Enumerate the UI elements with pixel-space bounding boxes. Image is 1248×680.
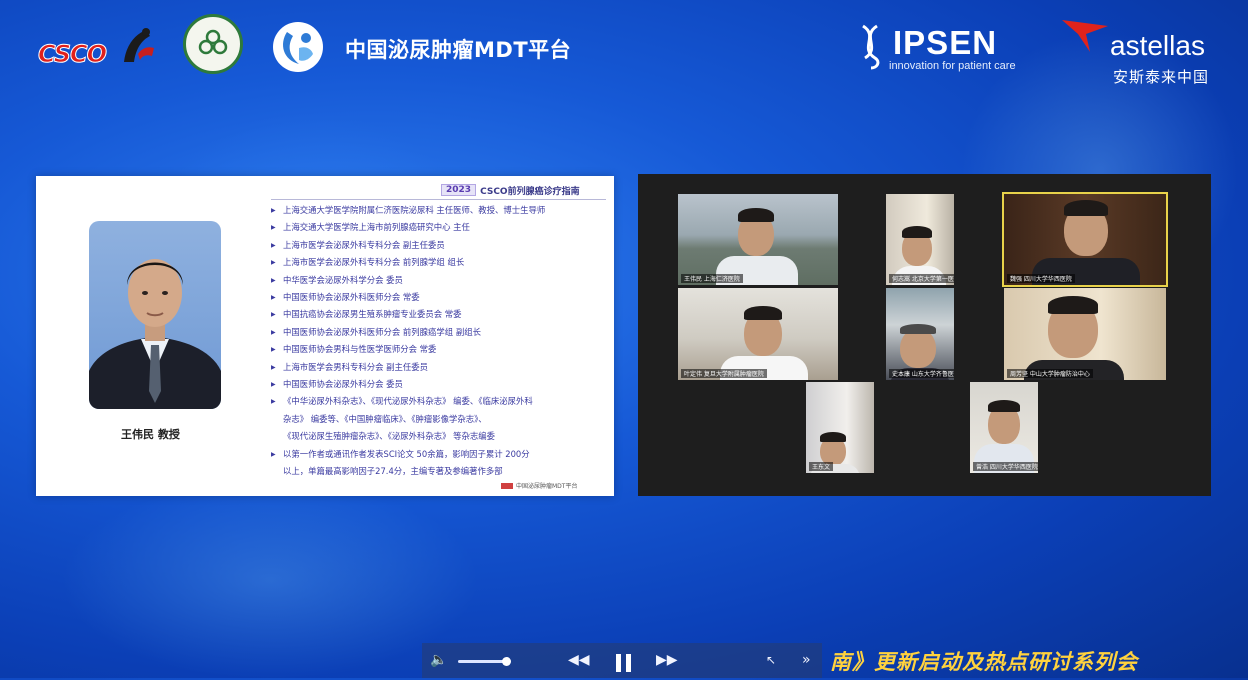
csco-logo-text: CSCO (37, 40, 107, 69)
mdt-platform-logo: 中国泌尿肿瘤MDT平台 (273, 22, 603, 72)
csco-emblem-icon (124, 28, 154, 62)
participant-tile[interactable]: 周芳坚 中山大学肿瘤防治中心 (1004, 288, 1166, 380)
mdt-platform-name: 中国泌尿肿瘤MDT平台 (345, 38, 572, 62)
event-title-banner: 南》更新启动及热点研讨系列会 (830, 650, 1138, 674)
slide-tag-year: 2023 (441, 184, 477, 196)
csco-small-logo-icon (501, 482, 513, 489)
bio-item: 中国抗癌协会泌尿男生殖系肿瘤专业委员会 常委 (271, 306, 609, 323)
bio-item: 上海市医学会泌尿外科专科分会 副主任委员 (271, 237, 609, 254)
csco-logo: CSCO (37, 22, 158, 72)
participant-name: 叶定伟 复旦大学附属肿瘤医院 (681, 369, 767, 378)
bio-item: 中国医师协会男科与性医学医师分会 常委 (271, 341, 609, 358)
mdt-logo-mark (273, 22, 323, 72)
bio-item: 杂志》 编委等、《中国肿瘤临床》、《肿瘤影像学杂志》、 (283, 413, 487, 424)
participant-name: 史本康 山东大学齐鲁医院 (889, 369, 954, 378)
ipsen-logo: IPSEN innovation for patient care (855, 24, 1045, 79)
volume-slider-knob[interactable] (502, 657, 511, 666)
astellas-wordmark: astellas (1110, 30, 1205, 61)
participant-tile[interactable]: 王东文 (806, 382, 874, 473)
participant-tile[interactable]: 叶定伟 复旦大学附属肿瘤医院 (678, 288, 838, 380)
participant-tile-active-speaker[interactable]: 魏强 四川大学华西医院 (1002, 192, 1168, 287)
slide-divider (271, 199, 606, 200)
bio-item: 以第一作者或通讯作者发表SCI论文 50余篇，影响因子累计 200分 (271, 446, 609, 463)
bio-item: 上海市医学会男科专科分会 副主任委员 (271, 359, 609, 376)
ipsen-tagline: innovation for patient care (889, 60, 1016, 72)
bio-item: 中国医师协会泌尿外科医师分会 常委 (271, 289, 609, 306)
slide-footer: 中国泌尿肿瘤MDT平台 (501, 481, 577, 490)
participant-tile[interactable]: 史本康 山东大学齐鲁医院 (886, 288, 954, 380)
participant-name: 王东文 (809, 462, 834, 471)
volume-icon[interactable]: 🔈 (430, 643, 447, 678)
bio-item: 《中华泌尿外科杂志》、《现代泌尿外科杂志》 编委、《临床泌尿外科 (271, 393, 609, 410)
rewind-icon[interactable]: ◀◀ (568, 643, 590, 678)
bio-item: 以上，单篇最高影响因子27.4分，主编专著及参编著作多部 (283, 466, 503, 477)
bio-item: 中国医师协会泌尿外科医师分会 前列腺癌学组 副组长 (271, 324, 609, 341)
bio-item: 上海交通大学医学院附属仁济医院泌尿科 主任医师、教授、博士生导师 (271, 202, 609, 219)
skip-icon[interactable]: » (802, 643, 811, 678)
participant-name: 魏强 四川大学华西医院 (1007, 274, 1075, 283)
bio-item: 上海市医学会泌尿外科专科分会 前列腺学组 组长 (271, 254, 609, 271)
background-glow (60, 480, 480, 680)
bio-item: 《现代泌尿生殖肿瘤杂志》、《泌尿外科杂志》 等杂志编委 (283, 431, 496, 442)
bio-item: 中国医师协会泌尿外科分会 委员 (271, 376, 609, 393)
astellas-chinese-name: 安斯泰来中国 (1113, 68, 1210, 86)
participant-name: 王伟民 上海仁济医院 (681, 274, 743, 283)
participant-tile[interactable]: 王伟民 上海仁济医院 (678, 194, 838, 285)
shamrock-icon (198, 29, 228, 55)
participant-tile[interactable]: 何志嵩 北京大学第一医院 (886, 194, 954, 285)
ipsen-wordmark: IPSEN (893, 24, 998, 61)
speaker-photo (89, 259, 221, 409)
astellas-logo: astellas 安斯泰来中国 (1060, 10, 1235, 86)
slide-footer-text: 中国泌尿肿瘤MDT平台 (516, 483, 578, 490)
participant-tile[interactable]: 曾浩 四川大学华西医院 (970, 382, 1038, 473)
ipsen-helix-icon (862, 24, 880, 70)
pause-button[interactable] (614, 643, 636, 678)
cursor-icon: ↖ (766, 653, 777, 667)
shared-slide: 2023 CSCO前列腺癌诊疗指南 王伟民 教授 上海交通大学医学院附属仁济医院… (36, 176, 614, 496)
slide-tag: 2023 CSCO前列腺癌诊疗指南 (441, 183, 580, 197)
volume-slider[interactable] (458, 660, 506, 663)
bio-item: 上海交通大学医学院上海市前列腺癌研究中心 主任 (271, 219, 609, 236)
hospital-seal-logo (183, 14, 243, 74)
participant-name: 何志嵩 北京大学第一医院 (889, 274, 954, 283)
fast-forward-icon[interactable]: ▶▶ (656, 643, 678, 678)
video-conference-panel: 王伟民 上海仁济医院 何志嵩 北京大学第一医院 魏强 四川大学华西医院 叶定伟 … (638, 174, 1211, 496)
person-ring-icon (283, 32, 313, 64)
participant-name: 曾浩 四川大学华西医院 (973, 462, 1038, 471)
speaker-portrait (89, 221, 221, 409)
pause-icon (616, 654, 621, 672)
participant-name: 周芳坚 中山大学肿瘤防治中心 (1007, 369, 1093, 378)
astellas-star-icon (1062, 20, 1108, 52)
speaker-name: 王伟民 教授 (121, 428, 180, 441)
bio-item: 中华医学会泌尿外科学分会 委员 (271, 272, 609, 289)
media-player-bar: 🔈 ◀◀ ▶▶ ↖ » (422, 643, 822, 678)
speaker-bio-list: 上海交通大学医学院附属仁济医院泌尿科 主任医师、教授、博士生导师上海交通大学医学… (271, 202, 609, 481)
slide-tag-text: CSCO前列腺癌诊疗指南 (480, 186, 580, 197)
